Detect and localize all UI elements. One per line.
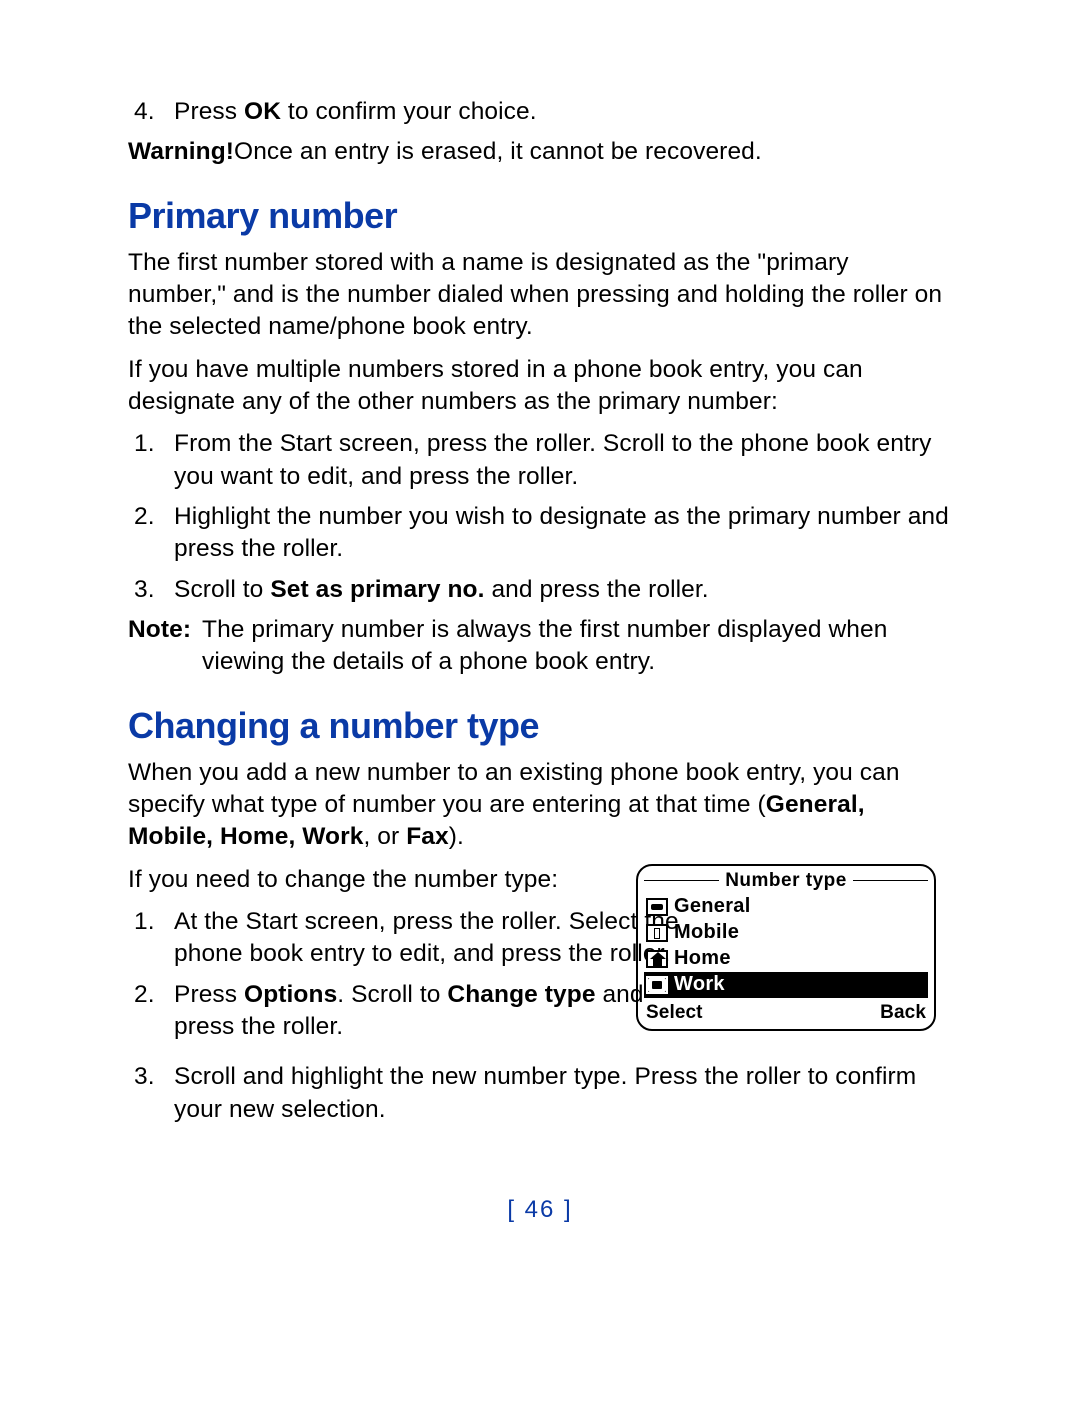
phone-item-mobile: Mobile [644,920,928,946]
step-text: From the Start screen, press the roller.… [174,428,952,493]
heading-changing-number-type: Changing a number type [128,705,952,747]
step-text: Press Options. Scroll to Change type and… [174,979,688,1044]
paragraph: If you have multiple numbers stored in a… [128,354,952,419]
step-number: 2. [128,501,174,566]
step-text: Scroll and highlight the new number type… [174,1061,952,1126]
changing-section: When you add a new number to an existing… [128,757,952,1126]
work-icon [646,976,668,994]
warning-text: Once an entry is erased, it cannot be re… [234,136,762,168]
phone-item-general: General [644,894,928,920]
note: Note: The primary number is always the f… [128,614,952,679]
home-icon [646,950,668,968]
phone-type-list: General Mobile Home Work [644,894,928,998]
step-number: 3. [128,574,174,606]
softkey-select: Select [646,1000,703,1025]
phone-item-label: Mobile [674,919,739,945]
heading-primary-number: Primary number [128,195,952,237]
mobile-icon [646,924,668,942]
phone-icon [646,898,668,916]
step-text: Press OK to confirm your choice. [174,96,952,128]
note-label: Note: [128,614,202,679]
softkey-back: Back [880,1000,926,1025]
page-number: [ 46 ] [0,1196,1080,1224]
note-text: The primary number is always the first n… [202,614,952,679]
phone-screen-title: Number type [719,868,853,893]
paragraph: If you need to change the number type: [128,864,688,896]
step-number: 1. [128,906,174,971]
warning-note: Warning! Once an entry is erased, it can… [128,136,952,168]
phone-item-label: Home [674,945,731,971]
phone-item-home: Home [644,946,928,972]
step-number: 3. [128,1061,174,1126]
step-text: Scroll to Set as primary no. and press t… [174,574,952,606]
erase-continuation: 4. Press OK to confirm your choice. Warn… [128,96,952,169]
step-number: 2. [128,979,174,1044]
step-text: Highlight the number you wish to designa… [174,501,952,566]
phone-title-row: Number type [644,870,928,892]
paragraph: When you add a new number to an existing… [128,757,952,854]
phone-item-label: Work [674,971,725,997]
warning-label: Warning! [128,136,234,168]
primary-section: The first number stored with a name is d… [128,247,952,679]
manual-page: 4. Press OK to confirm your choice. Warn… [0,0,1080,1412]
paragraph: The first number stored with a name is d… [128,247,952,344]
step-number: 1. [128,428,174,493]
phone-softkeys: Select Back [644,1000,928,1027]
step-text: At the Start screen, press the roller. S… [174,906,688,971]
phone-item-label: General [674,893,751,919]
phone-screen-figure: Number type General Mobile [636,864,936,1031]
step-number: 4. [128,96,174,128]
phone-item-work-selected: Work [644,972,928,998]
